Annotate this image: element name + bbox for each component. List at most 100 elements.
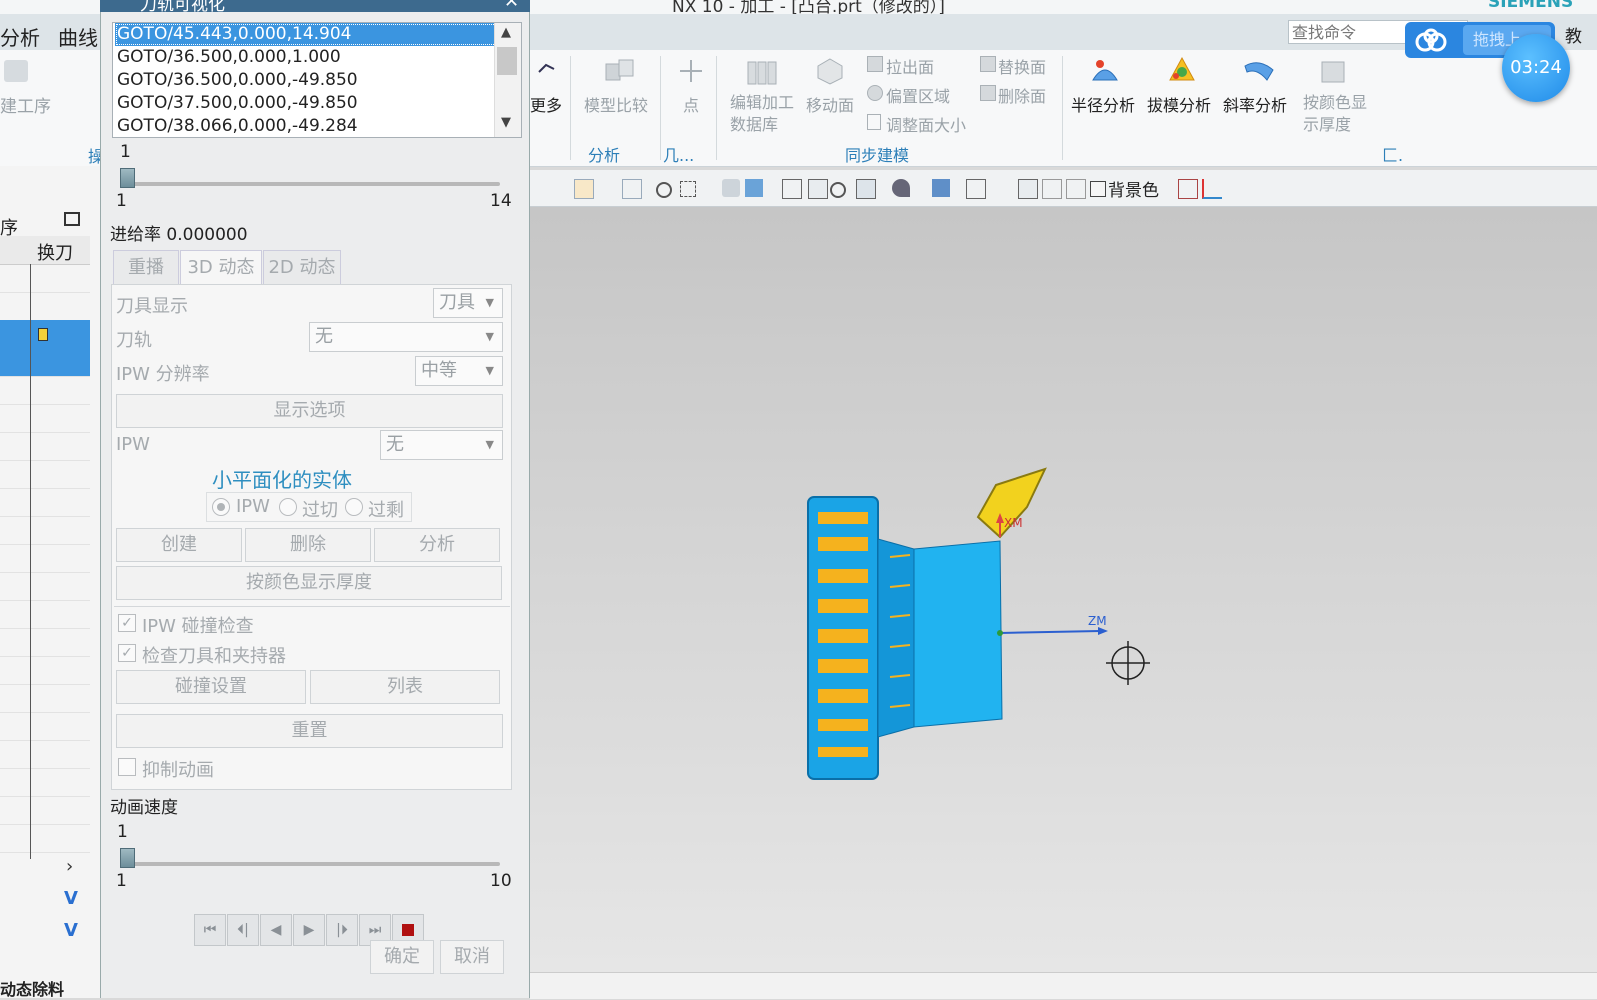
thickness-by-color-button[interactable]: 按颜色显示厚度 [116,566,502,600]
render-style-icon[interactable] [892,179,910,197]
list-item[interactable]: GOTO/36.500,0.000,1.000 [115,46,497,69]
delete-button[interactable]: 删除 [245,528,371,562]
replace-face-button[interactable]: 替换面 [998,54,1046,78]
radius-analysis-button[interactable]: 半径分析 [1071,92,1135,116]
menu-curve[interactable]: 曲线 [58,22,98,51]
layer-icon[interactable] [1018,179,1038,199]
display-cube-icon[interactable] [932,179,950,197]
last-group-label[interactable]: 匚. [1382,142,1403,166]
draft-analysis-button[interactable]: 拔模分析 [1147,92,1211,116]
reset-button[interactable]: 重置 [116,714,503,748]
suppress-animation-checkbox[interactable] [118,758,136,776]
table-row[interactable] [0,600,90,629]
cancel-button[interactable]: 取消 [440,940,504,974]
resize-face-button[interactable]: 调整面大小 [886,112,966,136]
radio-overcut[interactable] [279,498,297,516]
table-row[interactable] [0,516,90,545]
tool-display-select[interactable]: 刀具 ▼ [433,288,503,318]
ok-button[interactable]: 确定 [370,940,434,974]
sync-modeling-group-label[interactable]: 同步建模 [845,142,909,166]
slope-analysis-button[interactable]: 斜率分析 [1223,92,1287,116]
list-scrollbar[interactable]: ▲ ▼ [494,23,521,137]
toolpath-select[interactable]: 无 ▼ [309,322,503,352]
hide-icon[interactable] [1042,179,1062,199]
box-select-icon[interactable] [680,181,696,197]
rewind-to-start-button[interactable]: ⏮ [194,914,226,946]
list-item[interactable]: GOTO/45.443,0.000,14.904 [115,23,497,46]
scroll-thumb[interactable] [497,47,517,75]
step-back-button[interactable]: ⏴| [227,914,259,946]
tab-2d-dynamic[interactable]: 2D 动态 [263,250,341,284]
dialog-title-bar[interactable]: 刀轨可视化 [100,0,530,12]
point-button[interactable]: 点 [683,92,699,116]
table-row[interactable] [0,292,90,321]
create-operation-button[interactable]: 建工序 [0,92,51,117]
table-row[interactable] [0,740,90,769]
move-face-button[interactable]: 移动面 [806,92,854,116]
table-row[interactable] [0,656,90,685]
analyze-button[interactable]: 分析 [374,528,500,562]
axis-icon[interactable] [1202,179,1222,199]
play-reverse-button[interactable]: ◀ [260,914,292,946]
zoom-icon[interactable] [808,179,828,199]
table-row[interactable] [0,712,90,741]
tab-replay[interactable]: 重播 [113,250,179,284]
list-item[interactable]: GOTO/38.066,0.000,-49.284 [115,115,497,137]
delete-face-button[interactable]: 删除面 [998,83,1046,107]
edit-database-button[interactable]: 编辑加工 数据库 [730,92,794,136]
list-button[interactable]: 列表 [310,670,500,704]
orient-view-icon[interactable] [856,179,876,199]
speed-slider-track[interactable] [122,862,500,866]
offset-region-button[interactable]: 偏置区域 [886,83,950,107]
tab-3d-dynamic[interactable]: 3D 动态 [180,250,262,284]
step-forward-button[interactable]: |⏵ [326,914,358,946]
list-item[interactable]: GOTO/36.500,0.000,-49.850 [115,69,497,92]
recording-timer[interactable]: 03:24 [1502,34,1570,102]
snap-icon[interactable] [622,179,642,199]
table-row[interactable] [0,768,90,797]
ipw-collision-checkbox[interactable]: ✓ [118,614,136,632]
table-row[interactable] [0,348,90,377]
check-tool-holder-checkbox[interactable]: ✓ [118,644,136,662]
radio-ipw[interactable] [212,498,230,516]
table-row[interactable] [0,544,90,573]
table-row[interactable] [0,824,90,853]
ipw-select[interactable]: 无 ▼ [380,430,503,460]
expand-chevron-icon[interactable]: V [64,920,78,941]
play-button[interactable]: ▶ [293,914,325,946]
show-icon[interactable] [1066,179,1086,199]
list-item[interactable]: GOTO/37.500,0.000,-49.850 [115,92,497,115]
model-compare-button[interactable]: 模型比较 [584,92,648,116]
table-row[interactable] [0,628,90,657]
more-button[interactable]: 更多 [530,92,562,116]
pull-face-button[interactable]: 拉出面 [886,54,934,78]
radio-excess[interactable] [345,498,363,516]
scroll-up-icon[interactable]: ▲ [501,25,511,40]
select-filter-icon[interactable] [574,179,594,199]
menu-analysis[interactable]: 分析 [0,22,40,51]
table-row[interactable] [0,460,90,489]
close-icon[interactable]: ✕ [504,0,519,12]
goto-list[interactable]: GOTO/45.443,0.000,14.904 GOTO/36.500,0.0… [112,22,522,138]
table-row[interactable] [0,796,90,825]
table-row[interactable] [0,376,90,405]
wcs-icon[interactable] [1178,179,1198,199]
display-options-button[interactable]: 显示选项 [116,394,503,428]
table-row[interactable] [0,264,90,293]
table-row[interactable] [0,572,90,601]
step-slider-thumb[interactable] [120,168,135,188]
table-row[interactable] [0,488,90,517]
shaded-icon[interactable] [722,179,740,197]
column-tool-change[interactable]: 换刀 [37,239,73,265]
point-snap-icon[interactable] [656,182,672,198]
table-row[interactable] [0,684,90,713]
collision-settings-button[interactable]: 碰撞设置 [116,670,306,704]
expand-chevron-icon[interactable]: V [64,888,78,909]
speed-slider-thumb[interactable] [120,848,135,868]
graphics-viewport[interactable]: XM ZM [530,207,1597,972]
background-color-button[interactable]: 背景色 [1108,176,1159,201]
color-thickness-button[interactable]: 按颜色显 示厚度 [1303,92,1367,136]
step-slider-track[interactable] [122,182,500,186]
analysis-group-label[interactable]: 分析 [588,142,620,166]
rotate-icon[interactable] [830,182,846,198]
